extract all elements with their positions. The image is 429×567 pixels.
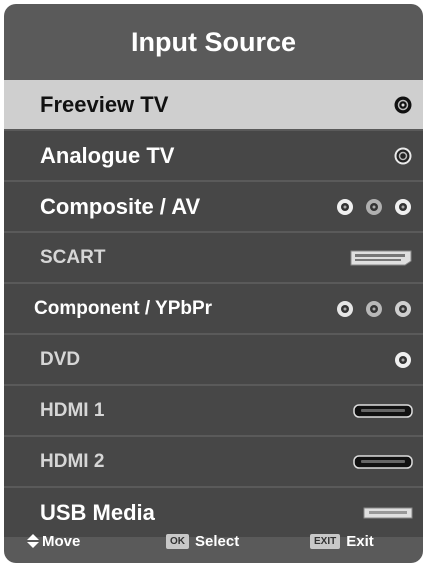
source-item-label: Composite / AV <box>40 193 201 219</box>
source-item-label: Component / YPbPr <box>34 297 213 319</box>
up-down-arrow-icon <box>27 534 39 548</box>
source-item-freeview-tv[interactable]: Freeview TV <box>4 80 423 129</box>
menu-title: Input Source <box>130 26 296 57</box>
source-item-label: HDMI 2 <box>40 450 105 472</box>
dvd-rca-connector-icon <box>395 351 411 368</box>
ok-key-badge: OK <box>166 533 189 549</box>
source-item-component-ypbpr[interactable]: Component / YPbPr <box>4 284 423 333</box>
source-item-dvd[interactable]: DVD <box>4 335 423 384</box>
source-item-hdmi-1[interactable]: HDMI 1 <box>4 386 423 435</box>
rca-triple-connector-icon <box>337 300 411 317</box>
source-item-label: SCART <box>40 246 106 268</box>
input-source-list: Freeview TV Analogue TV Composite / AV S… <box>4 80 423 539</box>
footer-exit-label: Exit <box>346 532 374 550</box>
footer-move-hint: Move <box>26 533 80 550</box>
source-item-hdmi-2[interactable]: HDMI 2 <box>4 437 423 486</box>
usb-connector-icon <box>363 507 413 518</box>
source-item-analogue-tv[interactable]: Analogue TV <box>4 131 423 180</box>
coax-connector-icon <box>394 96 412 113</box>
exit-key-badge: EXIT <box>310 533 341 549</box>
hdmi-connector-icon <box>353 454 413 469</box>
footer-exit-hint: EXIT Exit <box>310 533 374 550</box>
source-item-composite-av[interactable]: Composite / AV <box>4 182 423 231</box>
source-item-label: DVD <box>40 348 81 370</box>
input-source-menu: Input Source Freeview TV Analogue TV Com… <box>4 4 423 563</box>
source-item-label: Freeview TV <box>40 91 169 117</box>
scart-connector-icon <box>350 250 412 265</box>
menu-footer: Move OK Select EXIT Exit <box>4 519 423 563</box>
footer-select-label: Select <box>195 532 240 550</box>
source-item-scart[interactable]: SCART <box>4 233 423 282</box>
rca-triple-connector-icon <box>337 198 411 215</box>
footer-select-hint: OK Select <box>166 533 239 550</box>
source-item-label: HDMI 1 <box>40 399 105 421</box>
coax-connector-icon <box>394 147 412 164</box>
footer-move-label: Move <box>42 532 81 550</box>
source-item-label: Analogue TV <box>40 142 175 168</box>
hdmi-connector-icon <box>353 403 413 418</box>
